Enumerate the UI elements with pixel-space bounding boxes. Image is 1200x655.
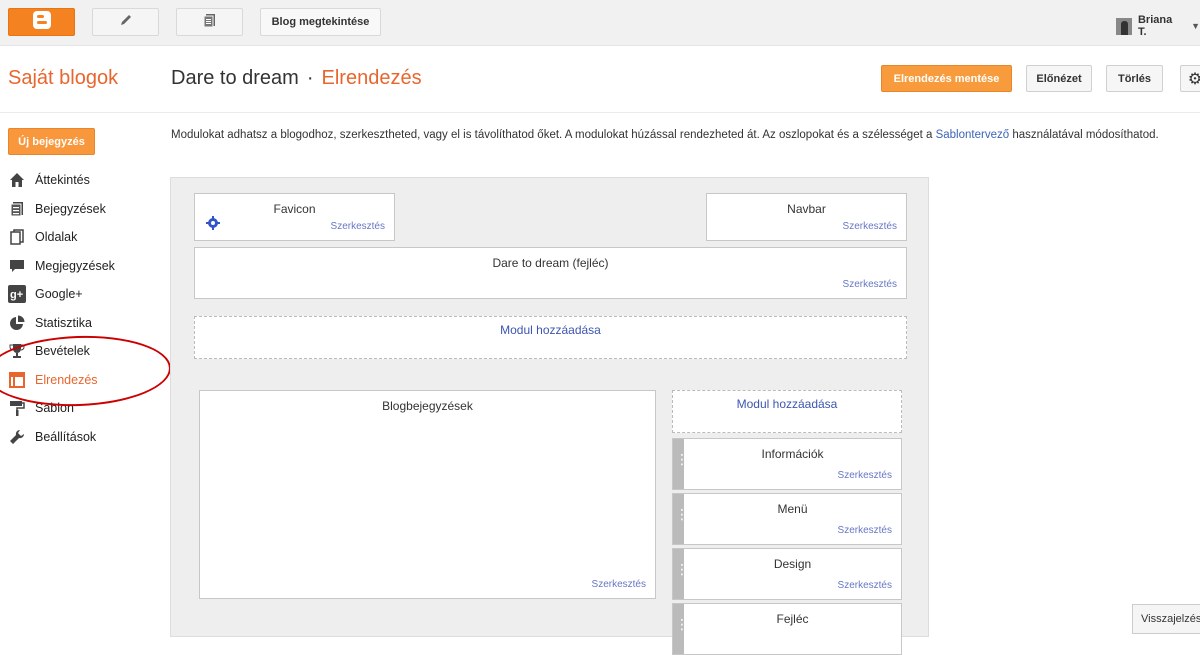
gadget-menu[interactable]: Menü Szerkesztés bbox=[672, 493, 902, 545]
drag-handle[interactable] bbox=[673, 494, 689, 544]
preview-button[interactable]: Előnézet bbox=[1026, 65, 1092, 92]
description-text: Modulokat adhatsz a blogodhoz, szerkeszt… bbox=[171, 129, 936, 141]
favicon-icon bbox=[206, 216, 220, 235]
gadget-title: Favicon bbox=[273, 202, 316, 216]
gadget-design[interactable]: Design Szerkesztés bbox=[672, 548, 902, 600]
edit-link[interactable]: Szerkesztés bbox=[838, 525, 892, 536]
drag-handle[interactable] bbox=[673, 549, 689, 599]
edit-link[interactable]: Szerkesztés bbox=[592, 579, 646, 590]
title-separator: · bbox=[306, 67, 314, 89]
layout-description: Modulokat adhatsz a blogodhoz, szerkeszt… bbox=[171, 128, 1171, 143]
gadget-title: Navbar bbox=[787, 202, 826, 216]
edit-link[interactable]: Szerkesztés bbox=[843, 221, 897, 232]
sidebar-item-label: Google+ bbox=[35, 287, 83, 302]
sidebar-item-label: Beállítások bbox=[35, 429, 97, 444]
page-title: Dare to dream · Elrendezés bbox=[171, 67, 422, 90]
layout-canvas: Favicon Szerkesztés Navbar Szerkesztés D… bbox=[170, 177, 929, 655]
new-post-button[interactable]: Új bejegyzés bbox=[8, 128, 95, 155]
sidebar-item-label: Megjegyzések bbox=[35, 258, 115, 273]
settings-button[interactable]: ⚙ bbox=[1180, 65, 1200, 92]
sidebar-item-label: Statisztika bbox=[35, 315, 92, 330]
add-module-label: Modul hozzáadása bbox=[736, 397, 838, 411]
comment-icon bbox=[8, 257, 26, 275]
page-header: Saját blogok Dare to dream · Elrendezés El… bbox=[0, 47, 1200, 113]
posts-icon bbox=[8, 200, 26, 218]
edit-link[interactable]: Szerkesztés bbox=[843, 279, 897, 290]
avatar bbox=[1116, 17, 1132, 35]
gear-icon: ⚙ bbox=[1187, 70, 1200, 88]
blogger-logo-button[interactable] bbox=[8, 8, 75, 36]
pie-chart-icon bbox=[8, 314, 26, 332]
add-module-label: Modul hozzáadása bbox=[500, 323, 601, 337]
add-module-top[interactable]: Modul hozzáadása bbox=[194, 316, 907, 359]
edit-link[interactable]: Szerkesztés bbox=[838, 470, 892, 481]
user-name: Briana T. bbox=[1137, 14, 1173, 38]
gadget-information[interactable]: Információk Szerkesztés bbox=[672, 438, 902, 490]
gadget-favicon[interactable]: Favicon Szerkesztés bbox=[194, 193, 395, 241]
add-module-side[interactable]: Modul hozzáadása bbox=[672, 390, 902, 433]
new-post-pencil-button[interactable] bbox=[92, 8, 159, 36]
sidebar-item-stats[interactable]: Statisztika bbox=[8, 309, 158, 338]
sidebar-item-google-plus[interactable]: g+ Google+ bbox=[8, 280, 158, 309]
gadget-title: Blogbejegyzések bbox=[382, 399, 473, 413]
svg-text:g+: g+ bbox=[10, 289, 23, 301]
user-menu[interactable]: Briana T. ▼ bbox=[1116, 14, 1200, 38]
gadget-header-side[interactable]: Fejléc bbox=[672, 603, 902, 655]
gadget-title: Fejléc bbox=[776, 612, 809, 626]
blog-name: Dare to dream bbox=[171, 67, 299, 89]
pages-icon bbox=[8, 228, 26, 246]
save-layout-button[interactable]: Elrendezés mentése bbox=[881, 65, 1012, 92]
delete-button[interactable]: Törlés bbox=[1106, 65, 1163, 92]
gadget-title: Dare to dream (fejléc) bbox=[492, 256, 609, 270]
sidebar-nav: Áttekintés Bejegyzések Oldalak Megjegyzé… bbox=[8, 166, 158, 451]
sidebar-item-pages[interactable]: Oldalak bbox=[8, 223, 158, 252]
description-text-end: használatával módosíthatod. bbox=[1009, 129, 1159, 141]
chevron-down-icon: ▼ bbox=[1191, 21, 1200, 31]
top-bar: Blog megtekintése Briana T. ▼ bbox=[0, 0, 1200, 46]
my-blogs-link[interactable]: Saját blogok bbox=[8, 67, 118, 90]
sidebar-item-label: Áttekintés bbox=[35, 173, 90, 188]
sidebar-item-posts[interactable]: Bejegyzések bbox=[8, 195, 158, 224]
gadget-navbar[interactable]: Navbar Szerkesztés bbox=[706, 193, 907, 241]
section-name: Elrendezés bbox=[321, 67, 422, 89]
google-plus-icon: g+ bbox=[8, 285, 26, 304]
gadget-title: Menü bbox=[777, 502, 808, 516]
sidebar-item-settings[interactable]: Beállítások bbox=[8, 423, 158, 452]
sidebar-item-overview[interactable]: Áttekintés bbox=[8, 166, 158, 195]
posts-list-button[interactable] bbox=[176, 8, 243, 36]
gadget-title: Információk bbox=[761, 447, 824, 461]
edit-link[interactable]: Szerkesztés bbox=[331, 221, 385, 232]
posts-list-icon bbox=[202, 12, 218, 33]
view-blog-button[interactable]: Blog megtekintése bbox=[260, 8, 381, 36]
drag-handle[interactable] bbox=[673, 604, 689, 654]
edit-link[interactable]: Szerkesztés bbox=[838, 580, 892, 591]
sidebar-item-label: Oldalak bbox=[35, 230, 78, 245]
paint-roller-icon bbox=[8, 399, 26, 417]
pencil-icon bbox=[118, 12, 134, 33]
gadget-header[interactable]: Dare to dream (fejléc) Szerkesztés bbox=[194, 247, 907, 299]
wrench-icon bbox=[8, 428, 26, 446]
gadget-blog-posts[interactable]: Blogbejegyzések Szerkesztés bbox=[199, 390, 656, 599]
template-designer-link[interactable]: Sablontervező bbox=[936, 129, 1010, 141]
gadget-title: Design bbox=[773, 557, 812, 571]
sidebar-item-comments[interactable]: Megjegyzések bbox=[8, 252, 158, 281]
sidebar-item-label: Bejegyzések bbox=[35, 201, 106, 216]
home-icon bbox=[8, 171, 26, 189]
blogger-logo-icon bbox=[32, 10, 52, 35]
drag-handle[interactable] bbox=[673, 439, 689, 489]
